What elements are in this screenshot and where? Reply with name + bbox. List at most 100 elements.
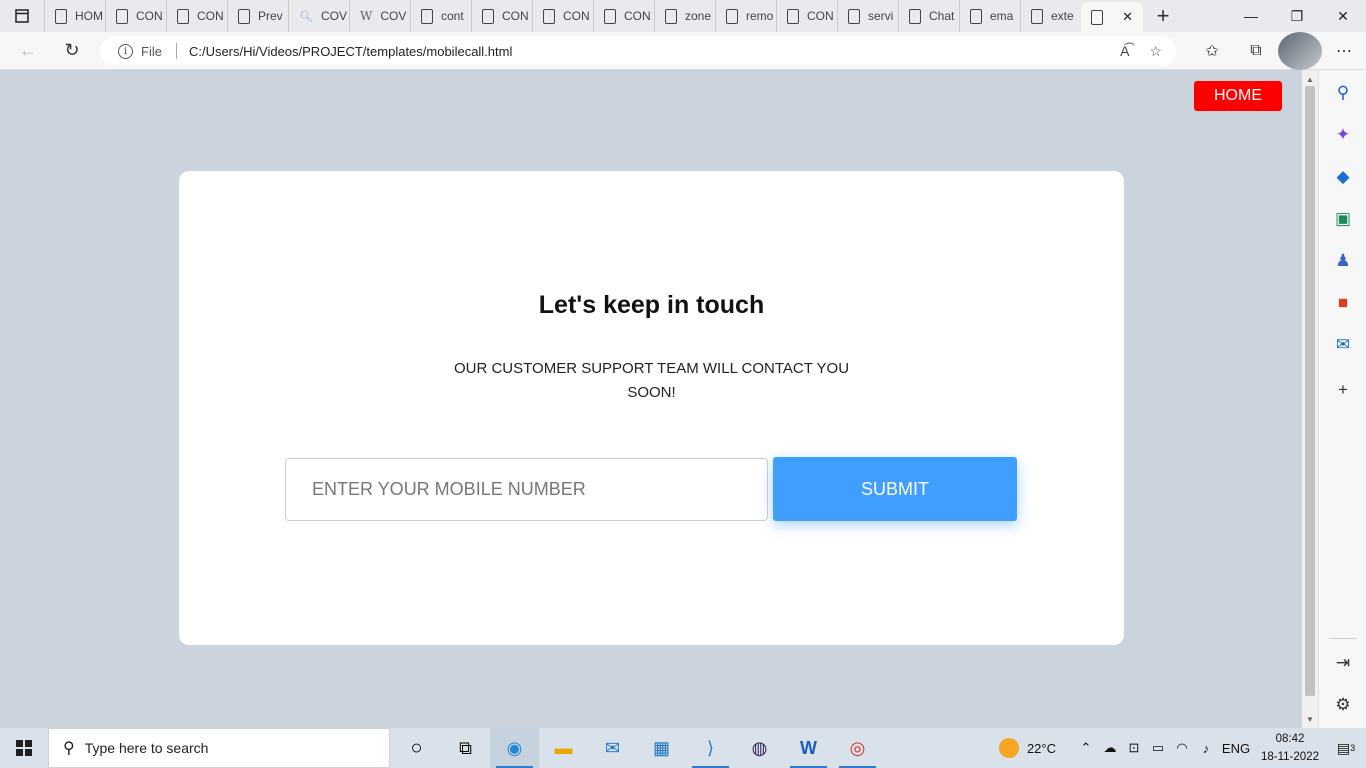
browser-tab[interactable]: 🔍︎ COV — [288, 0, 349, 32]
tab-label: remo — [746, 9, 774, 23]
vscode-icon[interactable]: ⟩ — [686, 728, 735, 768]
device-icon[interactable]: ⊡ — [1122, 740, 1146, 756]
close-window-icon[interactable]: ✕ — [1320, 0, 1366, 32]
search-icon[interactable]: ⚲ — [1319, 79, 1366, 107]
start-button[interactable] — [0, 728, 48, 768]
weather-widget[interactable]: 22°C — [998, 738, 1056, 758]
browser-tab[interactable]: HOM — [44, 0, 105, 32]
clock-date: 18-11-2022 — [1261, 751, 1319, 763]
browser-tab[interactable]: exte — [1020, 0, 1081, 32]
restore-icon[interactable]: ❐ — [1274, 0, 1320, 32]
browser-tab[interactable]: CON — [593, 0, 654, 32]
home-button[interactable]: HOME — [1194, 81, 1282, 111]
task-view-icon[interactable]: ⧉ — [441, 728, 490, 768]
taskbar-search[interactable]: ⚲ Type here to search — [48, 728, 390, 768]
page-icon — [909, 8, 921, 24]
games-icon[interactable]: ♟ — [1319, 247, 1366, 275]
new-tab-button[interactable]: + — [1143, 3, 1183, 29]
browser-tab[interactable]: cont — [410, 0, 471, 32]
add-icon[interactable]: + — [1319, 376, 1366, 404]
browser-tab[interactable]: zone — [654, 0, 715, 32]
search-icon: 🔍︎ — [299, 10, 313, 23]
browser-tab[interactable]: Prev — [227, 0, 288, 32]
browser-tab[interactable]: CON — [776, 0, 837, 32]
tab-label: cont — [441, 9, 464, 23]
info-icon[interactable]: i — [118, 43, 133, 59]
browser-tab[interactable]: CON — [471, 0, 532, 32]
page-icon — [787, 8, 799, 24]
page-icon — [726, 8, 738, 24]
clock-time: 08:42 — [1275, 733, 1305, 745]
scroll-down-icon[interactable]: ▼ — [1302, 712, 1318, 726]
tab-actions-button[interactable] — [0, 0, 44, 32]
search-placeholder: Type here to search — [84, 740, 209, 756]
page-icon — [1031, 8, 1043, 24]
store-icon[interactable]: ▦ — [637, 728, 686, 768]
office-icon[interactable]: ■ — [1319, 289, 1366, 317]
file-explorer-icon[interactable]: ▬ — [539, 728, 588, 768]
more-menu-icon[interactable]: ⋯ — [1322, 32, 1366, 70]
notification-center-button[interactable]: ▤ 3 — [1326, 740, 1366, 757]
wikipedia-icon: W — [360, 9, 373, 23]
scrollbar-thumb[interactable] — [1305, 86, 1315, 696]
tab-label: zone — [685, 9, 712, 23]
tab-label: COV — [380, 9, 407, 23]
support-message: OUR CUSTOMER SUPPORT TEAM WILL CONTACT Y… — [453, 360, 850, 401]
page-icon — [848, 8, 860, 24]
browser-tab[interactable]: servi — [837, 0, 898, 32]
submit-button[interactable]: SUBMIT — [773, 457, 1017, 521]
browser-tab[interactable]: W COV — [349, 0, 410, 32]
browser-tab-active[interactable]: ✕ — [1081, 2, 1143, 32]
cortana-icon[interactable]: ○ — [392, 728, 441, 768]
browser-tab[interactable]: remo — [715, 0, 776, 32]
scroll-up-icon[interactable]: ▲ — [1302, 72, 1318, 86]
address-bar[interactable]: i File C:/Users/Hi/Videos/PROJECT/templa… — [100, 36, 1176, 66]
browser-tab[interactable]: CON — [532, 0, 593, 32]
vertical-scrollbar[interactable]: ▲ ▼ — [1302, 70, 1318, 728]
browser-tab[interactable]: ema — [959, 0, 1020, 32]
close-tab-icon[interactable]: ✕ — [1122, 9, 1133, 25]
edge-sidebar: ⚲ ✦ ◆ ▣ ♟ ■ ✉ + ⇥ ⚙ — [1318, 70, 1366, 728]
tab-label: ema — [990, 9, 1014, 23]
browser-tab[interactable]: CON — [105, 0, 166, 32]
collections-icon[interactable]: ⧉ — [1234, 32, 1278, 70]
outlook-icon[interactable]: ✉ — [1319, 331, 1366, 359]
settings-icon[interactable]: ⚙ — [1319, 691, 1366, 719]
window-controls: — ❐ ✕ — [1228, 0, 1366, 32]
search-icon: ⚲ — [63, 740, 75, 757]
battery-icon[interactable]: ▭ — [1146, 740, 1170, 756]
language-indicator[interactable]: ENG — [1218, 741, 1254, 756]
eclipse-icon[interactable]: ◍ — [735, 728, 784, 768]
tab-label: COV — [320, 9, 347, 23]
volume-icon[interactable]: ♪ — [1194, 741, 1218, 756]
favorites-icon[interactable]: ✩ — [1190, 32, 1234, 70]
profile-button[interactable] — [1278, 32, 1322, 70]
mobile-number-input[interactable] — [285, 458, 768, 521]
read-aloud-icon[interactable]: A͡ — [1120, 43, 1129, 59]
tools-icon[interactable]: ▣ — [1319, 205, 1366, 233]
hide-sidebar-icon[interactable]: ⇥ — [1319, 649, 1366, 677]
add-favorite-icon[interactable]: ☆ — [1149, 43, 1162, 60]
minimize-icon[interactable]: — — [1228, 0, 1274, 32]
page-icon — [421, 8, 433, 24]
clock[interactable]: 08:42 18-11-2022 — [1260, 730, 1320, 766]
back-button[interactable]: ← — [8, 32, 48, 70]
discover-icon[interactable]: ✦ — [1319, 121, 1366, 149]
chrome-icon[interactable]: ◎ — [833, 728, 882, 768]
word-icon[interactable]: W — [784, 728, 833, 768]
refresh-button[interactable]: ↻ — [52, 32, 92, 70]
wifi-icon[interactable]: ◠ — [1170, 740, 1194, 756]
url-text[interactable]: C:/Users/Hi/Videos/PROJECT/templates/mob… — [189, 44, 512, 59]
contact-card: Let's keep in touch OUR CUSTOMER SUPPORT… — [179, 171, 1124, 645]
browser-tab[interactable]: CON — [166, 0, 227, 32]
chevron-up-icon[interactable]: ⌃ — [1074, 740, 1098, 756]
edge-app-icon[interactable]: ◉ — [490, 728, 539, 768]
browser-tab[interactable]: Chat — [898, 0, 959, 32]
mail-icon[interactable]: ✉ — [588, 728, 637, 768]
page-title: Let's keep in touch — [538, 291, 765, 319]
tab-label: CON — [502, 9, 529, 23]
onedrive-icon[interactable]: ☁ — [1098, 740, 1122, 756]
shopping-icon[interactable]: ◆ — [1319, 163, 1366, 191]
page-icon — [116, 8, 128, 24]
page-icon — [238, 8, 250, 24]
